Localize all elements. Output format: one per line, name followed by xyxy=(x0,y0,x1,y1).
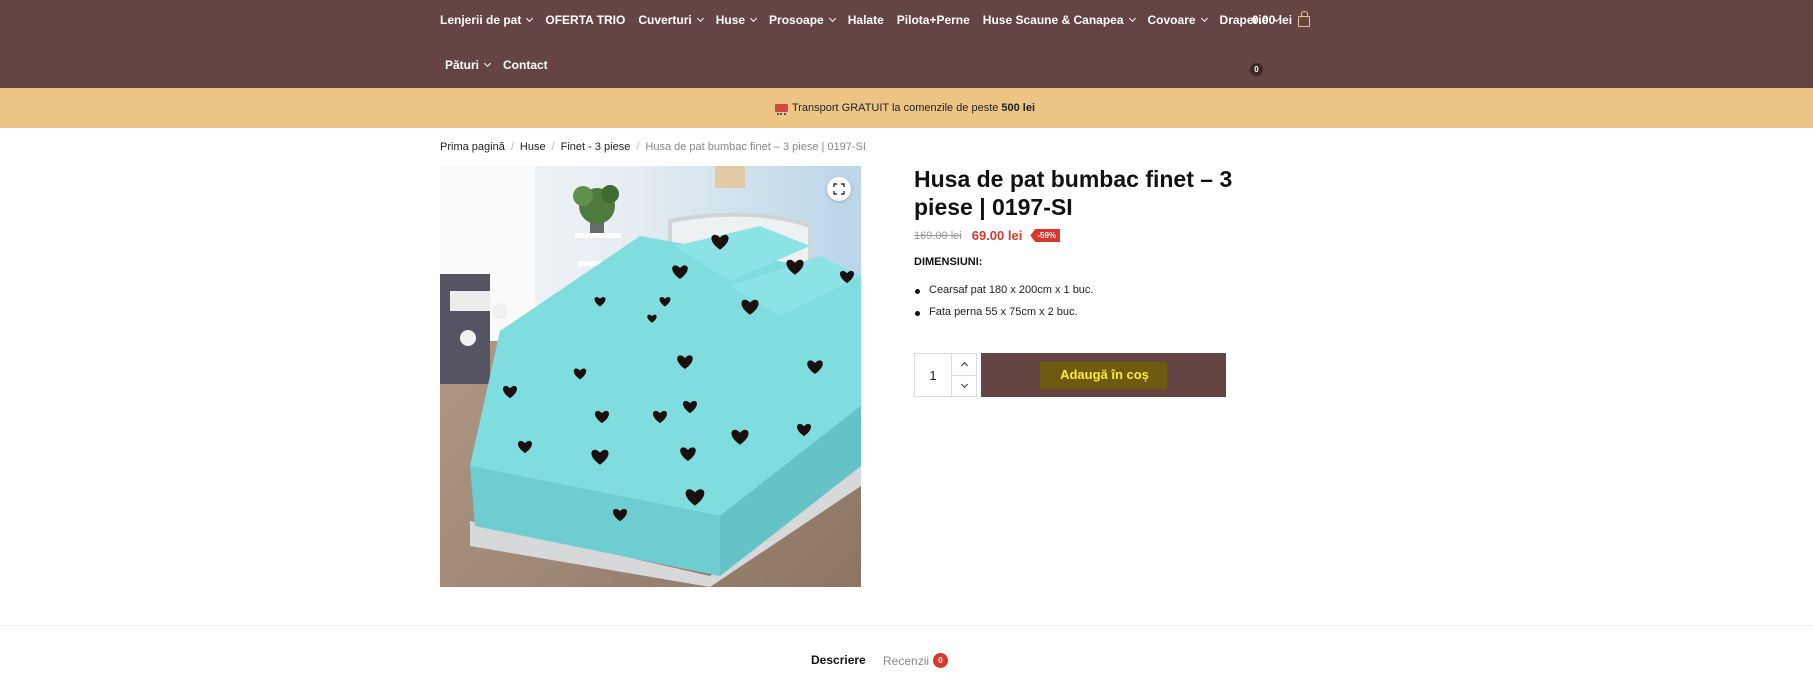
quantity-input[interactable] xyxy=(915,354,951,396)
cart-total: 0.00 lei xyxy=(1252,13,1293,27)
discount-badge: -59% xyxy=(1030,229,1061,242)
chevron-down-icon xyxy=(960,380,968,388)
nav-item-contact[interactable]: Contact xyxy=(503,58,548,72)
shopping-bag-icon xyxy=(1298,10,1311,27)
nav-item-lenjerii[interactable]: Lenjerii de pat xyxy=(440,13,534,27)
main-nav-row-1: Lenjerii de pat OFERTA TRIO Cuverturi Hu… xyxy=(440,10,1292,30)
section-divider xyxy=(0,625,1813,626)
breadcrumb-separator: / xyxy=(636,141,640,153)
expand-icon xyxy=(833,183,845,195)
breadcrumb: Prima pagină / Huse / Finet - 3 piese / … xyxy=(440,141,866,153)
review-count-badge: 0 xyxy=(933,653,949,668)
site-header: Lenjerii de pat OFERTA TRIO Cuverturi Hu… xyxy=(0,0,1813,88)
chevron-down-icon xyxy=(828,14,836,23)
chevron-down-icon xyxy=(750,14,758,23)
chevron-down-icon xyxy=(1128,14,1136,23)
nav-label: Pilota+Perne xyxy=(896,13,970,27)
chevron-down-icon xyxy=(483,59,492,68)
chevron-up-icon xyxy=(960,362,968,370)
nav-item-oferta-trio[interactable]: OFERTA TRIO xyxy=(545,13,625,27)
chevron-down-icon xyxy=(1200,14,1208,23)
tab-label: Descriere xyxy=(811,653,866,667)
breadcrumb-huse[interactable]: Huse xyxy=(520,141,546,153)
tab-label: Recenzii xyxy=(883,653,930,668)
tab-descriere[interactable]: Descriere xyxy=(811,653,866,667)
nav-label: Contact xyxy=(503,58,548,72)
chevron-down-icon xyxy=(696,14,704,23)
quantity-stepper xyxy=(914,353,977,397)
chevron-down-icon xyxy=(526,14,534,23)
breadcrumb-finet[interactable]: Finet - 3 piese xyxy=(561,141,631,153)
nav-label: Huse xyxy=(715,13,746,27)
nav-item-huse-scaune[interactable]: Huse Scaune & Canapea xyxy=(982,13,1136,27)
nav-label: Covoare xyxy=(1147,13,1196,27)
breadcrumb-separator: / xyxy=(510,141,514,153)
tab-recenzii[interactable]: Recenzii 0 xyxy=(883,653,949,668)
product-image[interactable] xyxy=(440,166,861,587)
zoom-button[interactable] xyxy=(827,177,851,201)
nav-item-halate[interactable]: Halate xyxy=(848,13,884,27)
old-price: 169.00 lei xyxy=(914,229,962,242)
nav-item-huse[interactable]: Huse xyxy=(715,13,758,27)
nav-label: Halate xyxy=(847,13,884,27)
breadcrumb-separator: / xyxy=(551,141,555,153)
nav-label: Huse Scaune & Canapea xyxy=(982,13,1124,27)
free-shipping-banner: Transport GRATUIT la comenzile de peste … xyxy=(0,88,1813,128)
promo-threshold: 500 lei xyxy=(1001,102,1036,114)
quantity-increase-button[interactable] xyxy=(952,354,976,375)
nav-item-pilota-perne[interactable]: Pilota+Perne xyxy=(897,13,970,27)
truck-icon xyxy=(774,104,788,115)
nav-item-prosoape[interactable]: Prosoape xyxy=(769,13,836,27)
sale-price: 69.00 lei xyxy=(971,228,1023,243)
product-title: Husa de pat bumbac finet – 3 piese | 019… xyxy=(914,166,1233,220)
nav-item-covoare[interactable]: Covoare xyxy=(1147,13,1208,27)
price-block: 169.00 lei 69.00 lei -59% xyxy=(914,228,1061,243)
cart-count-badge: 0 xyxy=(1250,63,1263,76)
dimensions-label: DIMENSIUNI: xyxy=(914,256,983,268)
nav-item-paturi[interactable]: Pături xyxy=(445,58,492,72)
dimensions-list: Cearsaf pat 180 x 200cm x 1 buc. Fata pe… xyxy=(914,284,1093,328)
breadcrumb-home[interactable]: Prima pagină xyxy=(440,141,505,153)
nav-label: Pături xyxy=(445,58,480,72)
main-nav-row-2: Pături Contact xyxy=(445,55,561,75)
nav-label: Cuverturi xyxy=(638,13,692,27)
quantity-controls xyxy=(951,354,976,396)
nav-label: Lenjerii de pat xyxy=(440,13,522,27)
product-photo xyxy=(440,166,861,587)
nav-label: OFERTA TRIO xyxy=(545,13,626,27)
list-item: Fata perna 55 x 75cm x 2 buc. xyxy=(914,306,1093,328)
list-item: Cearsaf pat 180 x 200cm x 1 buc. xyxy=(914,284,1093,306)
nav-label: Prosoape xyxy=(769,13,824,27)
add-to-cart-button[interactable]: Adaugă în coș xyxy=(981,353,1226,397)
nav-item-cuverturi[interactable]: Cuverturi xyxy=(638,13,704,27)
promo-text: Transport GRATUIT la comenzile de peste xyxy=(791,102,999,114)
cart-link[interactable]: 0.00 lei xyxy=(1252,10,1311,30)
add-to-cart-label: Adaugă în coș xyxy=(1040,361,1167,389)
quantity-decrease-button[interactable] xyxy=(952,374,976,397)
breadcrumb-current: Husa de pat bumbac finet – 3 piese | 019… xyxy=(645,141,866,153)
